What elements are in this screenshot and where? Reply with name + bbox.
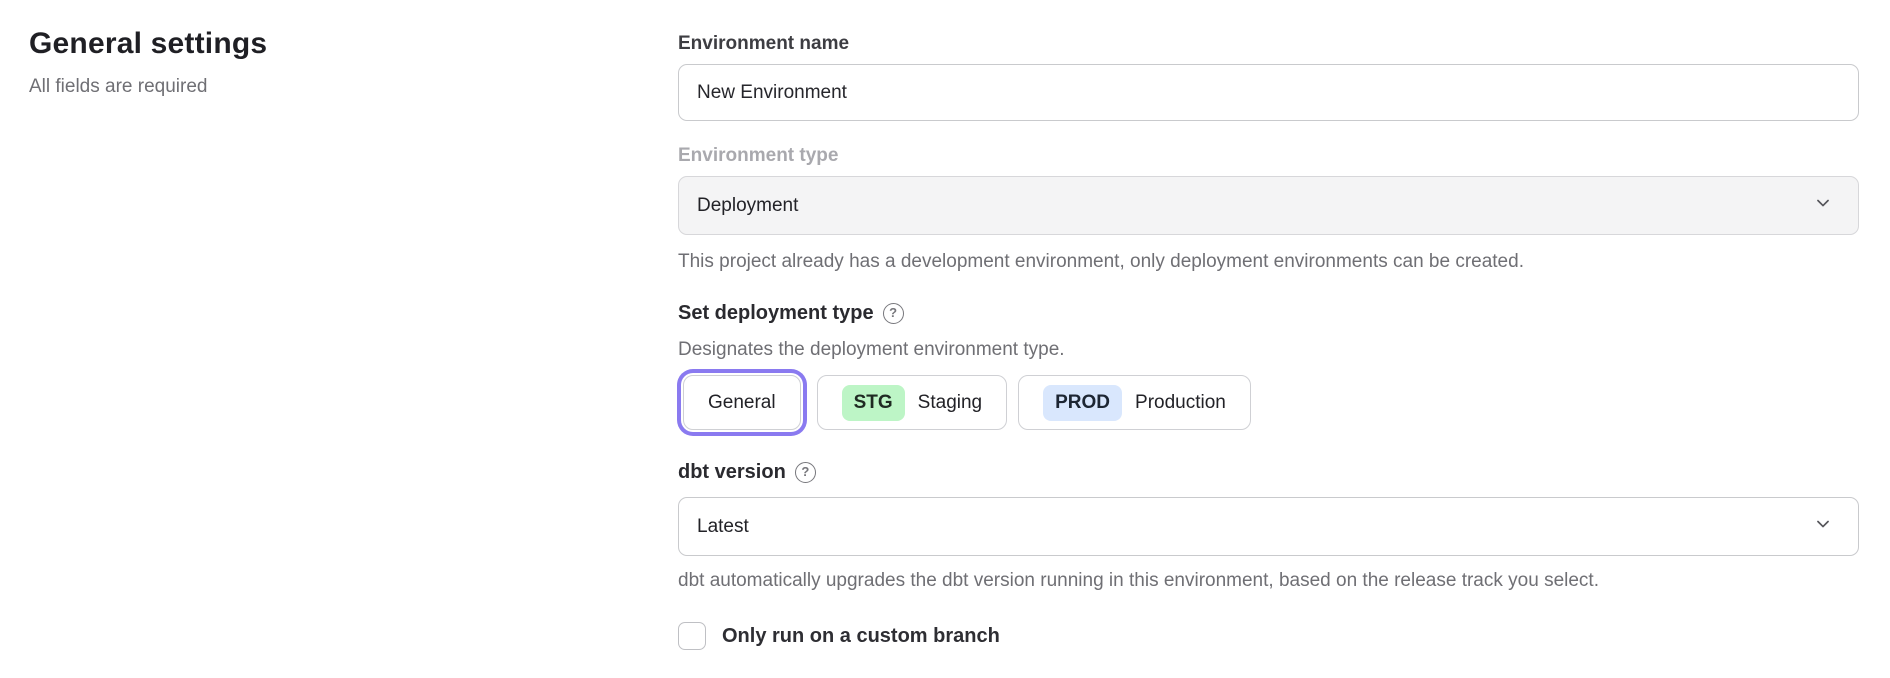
deployment-type-options: General STG Staging PROD Production [678,375,1859,430]
environment-type-helper: This project already has a development e… [678,250,1859,274]
environment-name-input[interactable] [678,64,1859,121]
environment-type-value: Deployment [697,195,1814,217]
environment-type-select: Deployment [678,176,1859,235]
deployment-type-general-button[interactable]: General [683,375,801,430]
settings-header: General settings All fields are required [29,26,267,98]
deployment-type-staging-button[interactable]: STG Staging [817,375,1008,430]
deployment-type-description: Designates the deployment environment ty… [678,339,1859,361]
chevron-down-icon [1814,194,1832,218]
dbt-version-label: dbt version [678,460,786,484]
help-icon[interactable]: ? [795,462,816,483]
deployment-type-label: Set deployment type [678,301,874,325]
help-icon[interactable]: ? [883,303,904,324]
page-subtitle: All fields are required [29,76,267,98]
prod-badge: PROD [1043,385,1122,421]
page-title: General settings [29,26,267,62]
dbt-version-select[interactable]: Latest [678,497,1859,556]
deployment-type-option-label: Staging [918,392,982,414]
stg-badge: STG [842,385,905,421]
dbt-version-helper: dbt automatically upgrades the dbt versi… [678,569,1859,593]
environment-settings-form: Environment name Environment type Deploy… [678,0,1859,650]
deployment-type-option-label: Production [1135,392,1226,414]
deployment-type-heading: Set deployment type ? [678,301,1859,325]
custom-branch-row: Only run on a custom branch [678,622,1859,650]
deployment-type-option-label: General [708,392,776,414]
environment-type-label: Environment type [678,145,1859,167]
deployment-type-production-button[interactable]: PROD Production [1018,375,1251,430]
dbt-version-heading: dbt version ? [678,460,1859,484]
custom-branch-label[interactable]: Only run on a custom branch [722,625,1000,648]
chevron-down-icon [1814,515,1832,539]
environment-name-label: Environment name [678,33,1859,55]
dbt-version-value: Latest [697,516,1814,538]
custom-branch-checkbox[interactable] [678,622,706,650]
